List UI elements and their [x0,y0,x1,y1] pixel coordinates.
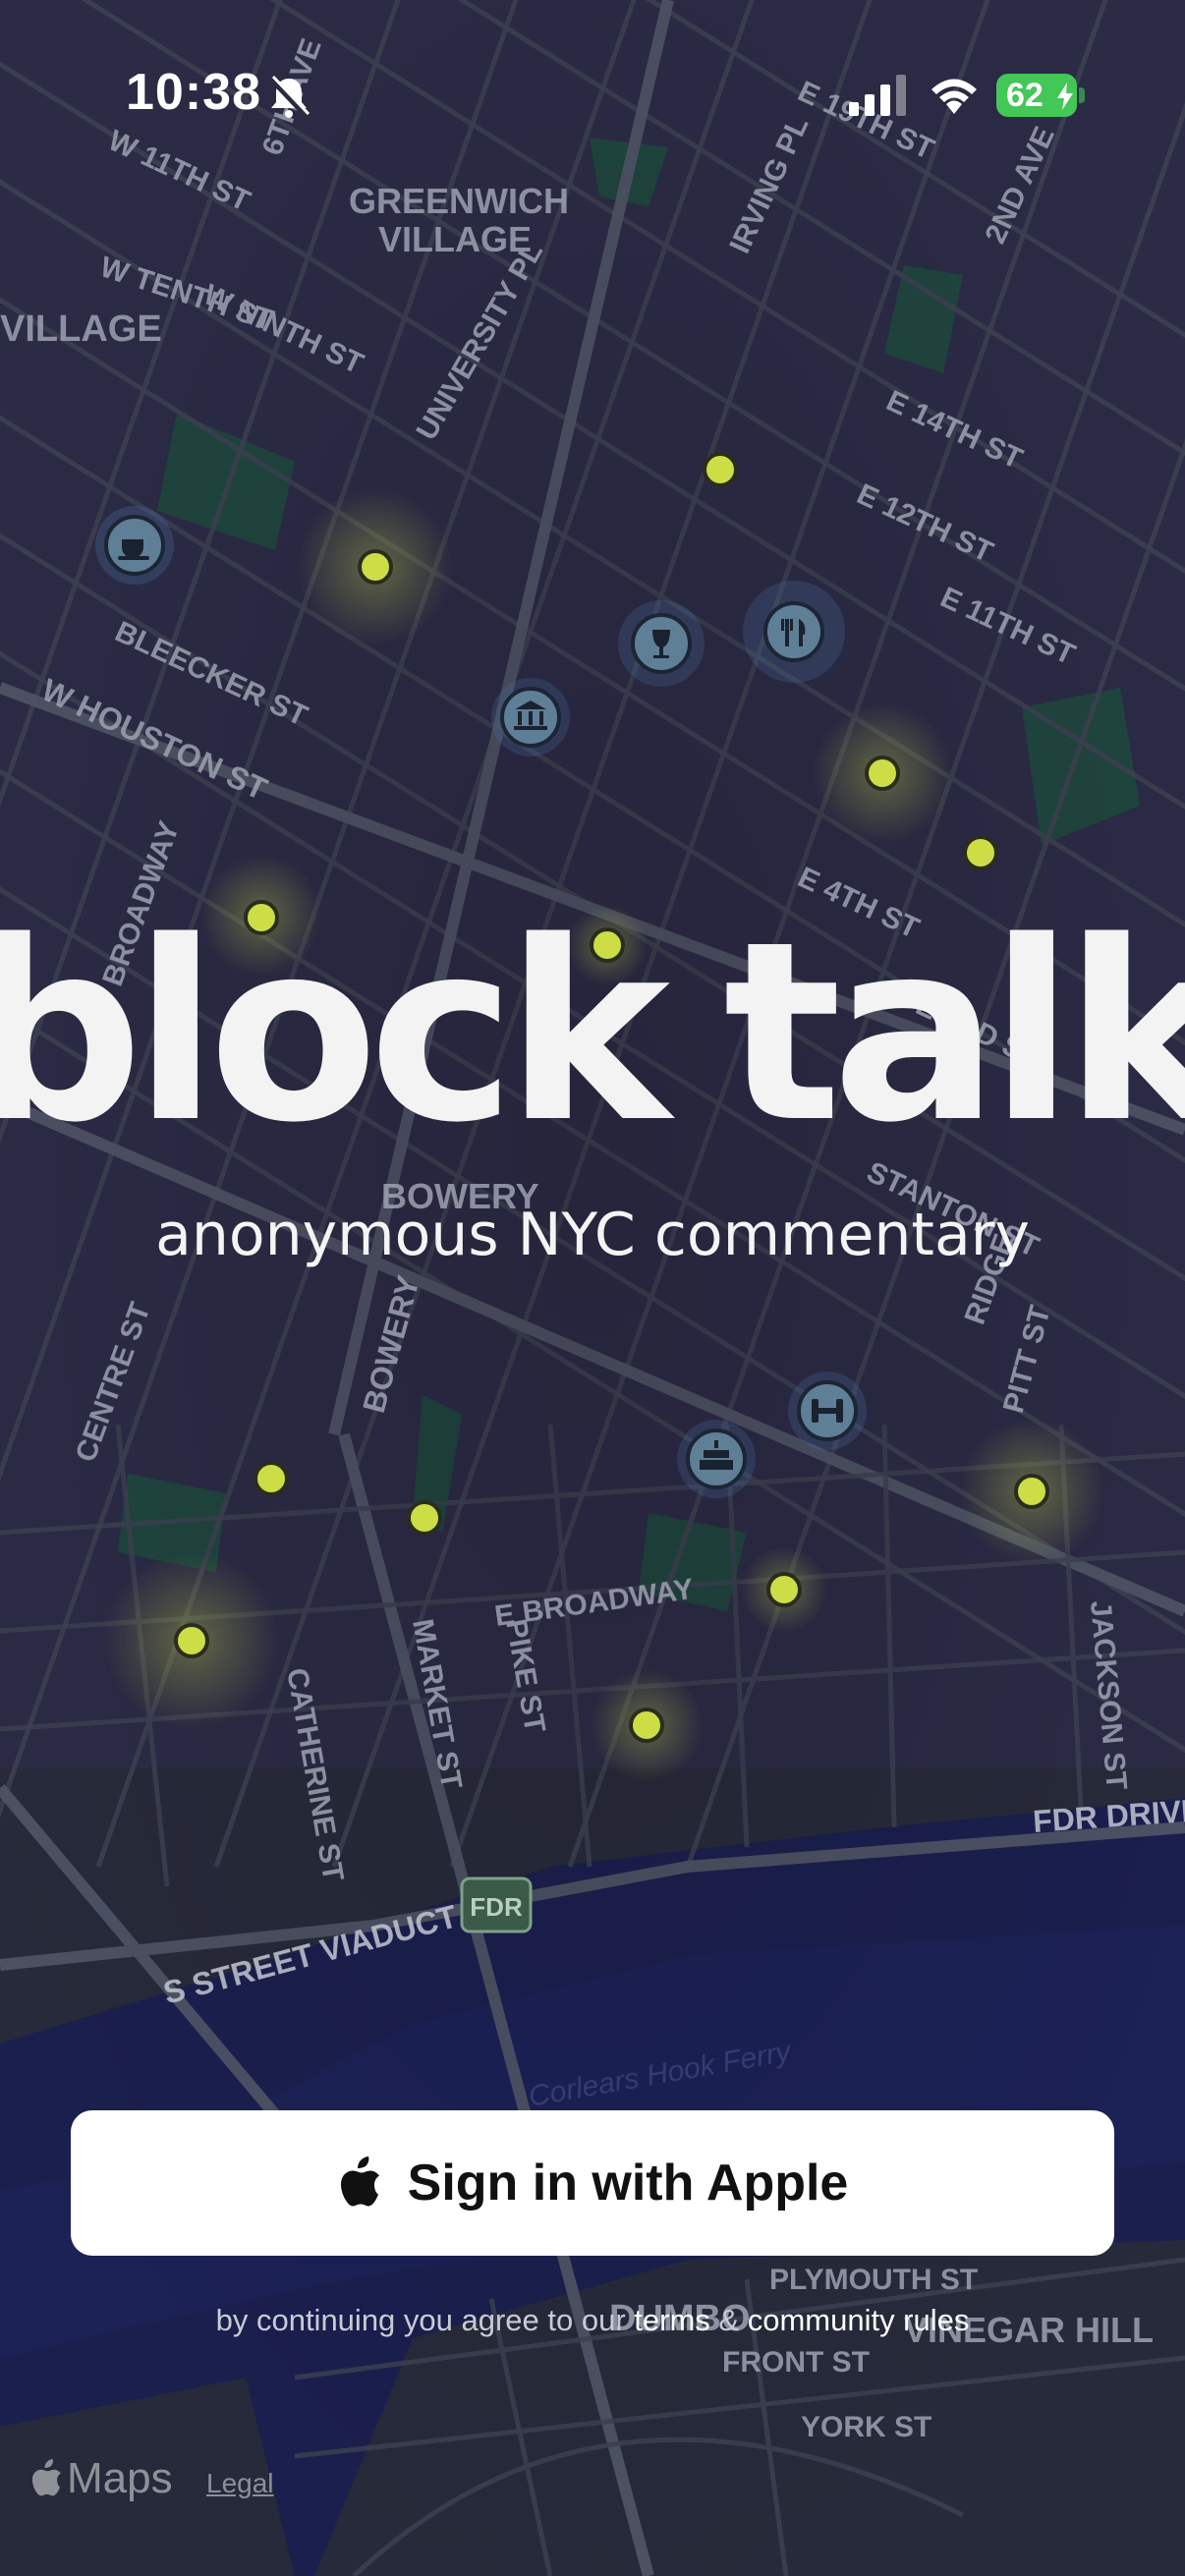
sign-in-label: Sign in with Apple [407,2155,849,2212]
status-bar: 10:38 62 [0,0,1185,196]
cellular-signal-icon [849,75,906,116]
svg-text:YORK ST: YORK ST [801,2411,931,2443]
legal-amp: & [709,2303,748,2337]
logo-word-talk: talk [723,889,1185,1177]
coffee-icon [95,506,174,585]
svg-text:VILLAGE: VILLAGE [0,308,162,350]
legal-prefix: by continuing you agree to our [215,2303,635,2337]
svg-text:PLYMOUTH ST: PLYMOUTH ST [769,2264,978,2296]
apple-logo-icon [340,2156,379,2207]
sign-in-with-apple-button[interactable]: Sign in with Apple [71,2110,1114,2256]
battery-cap [1079,87,1085,103]
battery-charging-icon: 62 [996,74,1077,117]
app-logo: block talk [0,902,1185,1157]
svg-text:FRONT ST: FRONT ST [722,2346,870,2379]
svg-text:FDR: FDR [470,1892,523,1922]
battery-level: 62 [1006,76,1044,114]
museum-icon [491,678,570,756]
apple-maps-attribution: Maps [29,2452,173,2505]
terms-link[interactable]: terms [634,2303,710,2337]
tagline: anonymous NYC commentary [155,1201,1030,1269]
maps-label: Maps [67,2454,173,2502]
maps-legal-link[interactable]: Legal [206,2468,274,2499]
legal-notice: by continuing you agree to our terms & c… [0,2303,1185,2338]
wine-glass-icon [618,600,705,687]
logo-word-block: block [0,889,670,1177]
status-time: 10:38 [126,64,261,121]
apple-logo-icon [31,2459,61,2496]
wifi-icon [931,79,977,114]
bell-slash-icon [268,75,310,119]
charging-bolt-icon [1057,83,1073,110]
community-rules-link[interactable]: community rules [748,2303,970,2337]
restaurant-icon [743,581,845,683]
dumbbell-icon [788,1372,867,1450]
cake-icon [677,1420,756,1498]
svg-text:VILLAGE: VILLAGE [378,219,532,259]
